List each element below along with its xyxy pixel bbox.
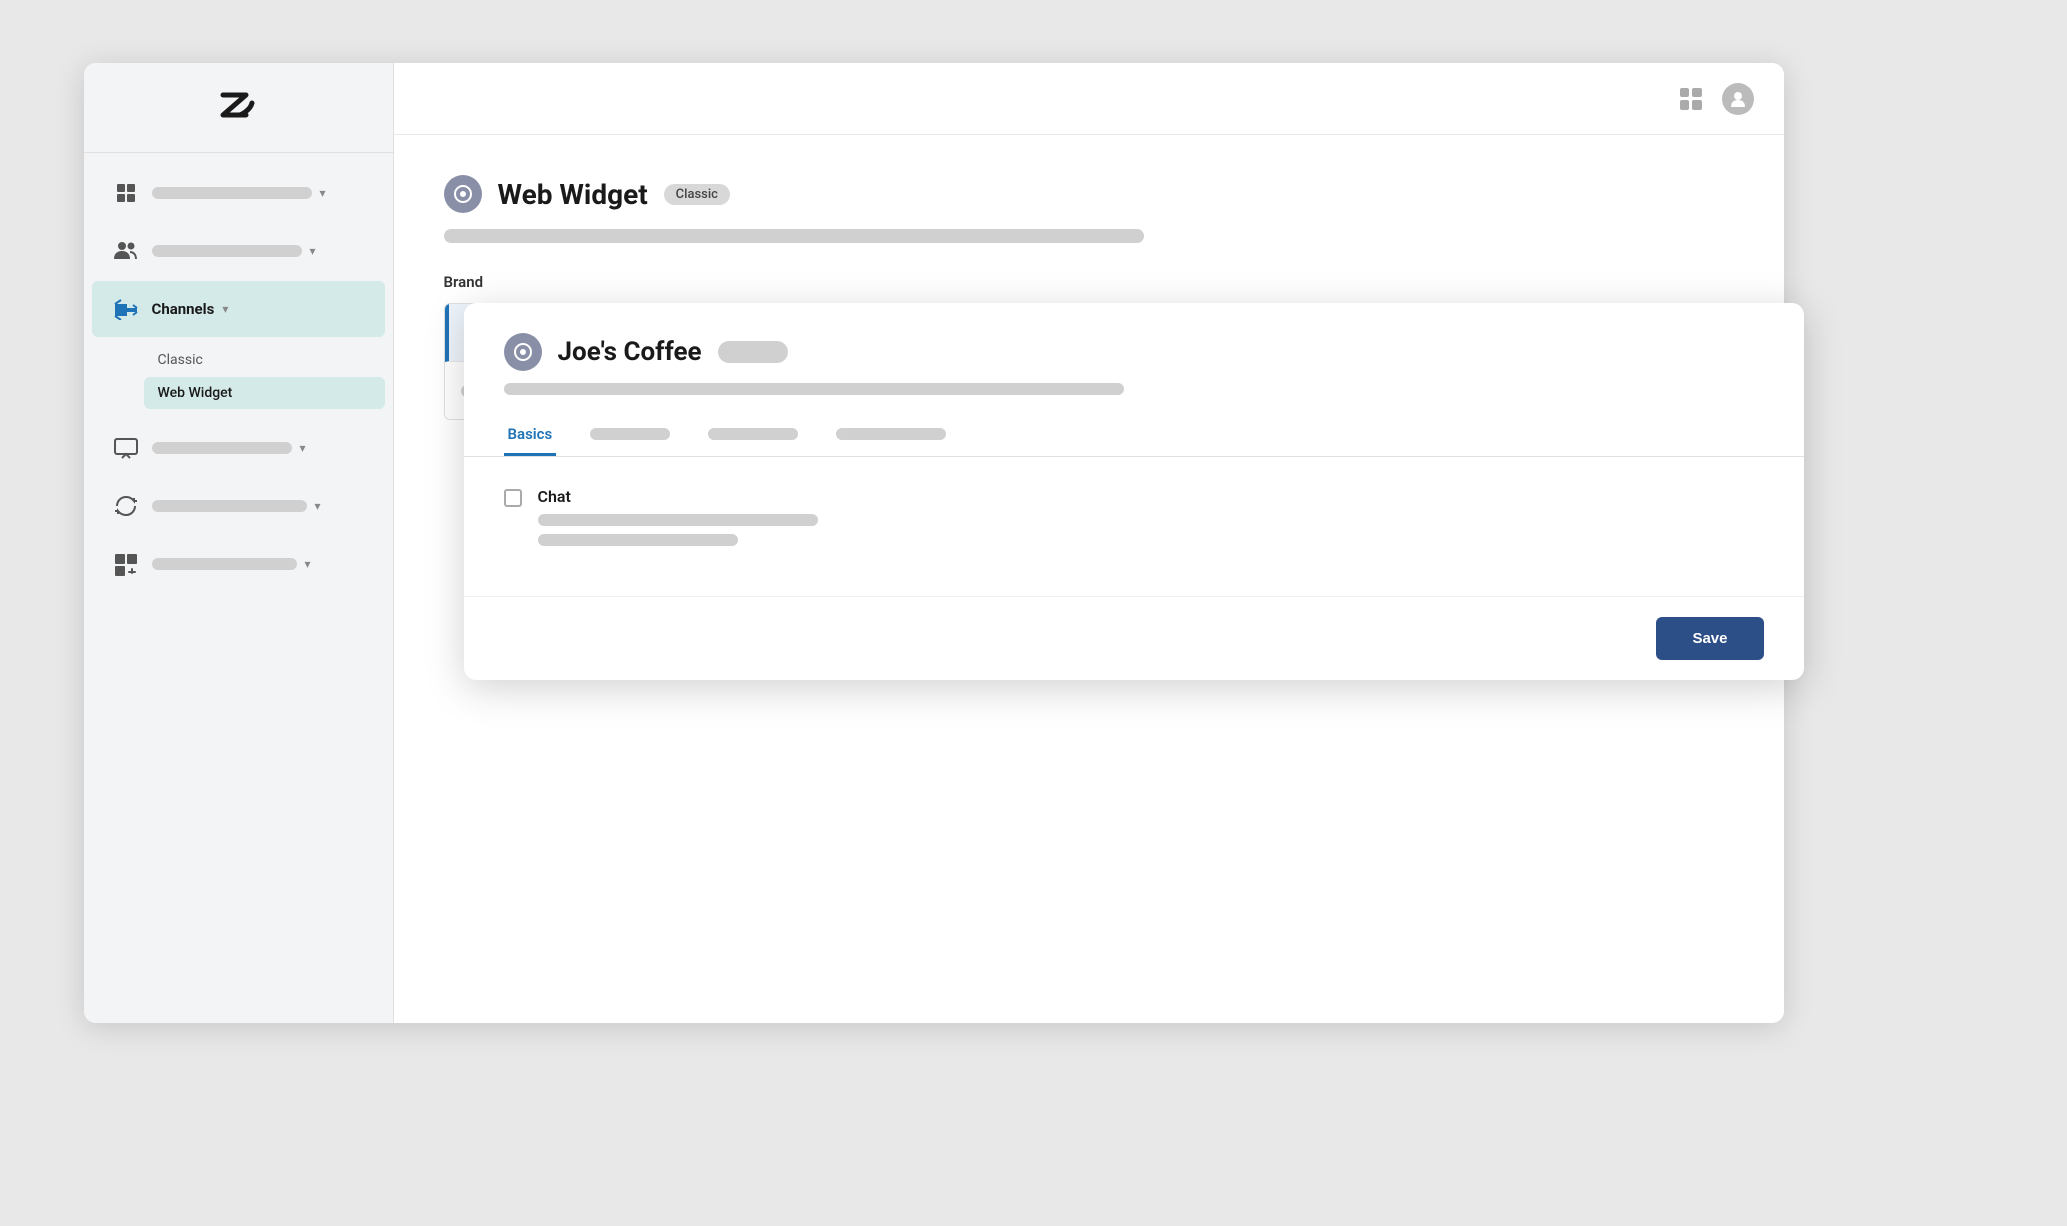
tab-2[interactable] (586, 415, 674, 456)
brand-section-label: Brand (444, 273, 1734, 291)
chevron-down-icon: ▾ (315, 499, 321, 513)
tab-3[interactable] (704, 415, 802, 456)
sidebar-item-channels-label: Channels ▾ (152, 300, 365, 318)
chat-label: Chat (538, 487, 818, 506)
sidebar-item-apps[interactable]: ▾ (92, 536, 385, 592)
detail-card-footer: Save (464, 596, 1804, 680)
tab-basics[interactable]: Basics (504, 415, 557, 456)
chat-section: Chat (504, 487, 1764, 546)
chevron-down-icon: ▾ (300, 441, 306, 455)
sub-nav-classic[interactable]: Classic (144, 344, 385, 376)
detail-card-tabs: Basics (504, 415, 1764, 456)
detail-card-title: Joe's Coffee (558, 337, 702, 367)
sidebar-item-refresh[interactable]: ▾ (92, 478, 385, 534)
chevron-down-icon: ▾ (310, 244, 316, 258)
sidebar: ▾ ▾ (84, 63, 394, 1023)
apps-icon (112, 550, 140, 578)
chevron-down-icon: ▾ (305, 557, 311, 571)
user-avatar-icon[interactable] (1722, 83, 1754, 115)
chat-content: Chat (538, 487, 818, 546)
sidebar-item-apps-label: ▾ (152, 557, 365, 571)
sidebar-item-refresh-label: ▾ (152, 499, 365, 513)
chevron-down-icon: ▾ (222, 302, 228, 316)
sidebar-channels-text: Channels (152, 300, 215, 318)
building-icon (112, 179, 140, 207)
sidebar-item-channels[interactable]: Channels ▾ (92, 281, 385, 337)
sidebar-logo (84, 63, 393, 153)
detail-card-body: Chat (464, 457, 1804, 596)
grid-view-icon[interactable] (1680, 88, 1702, 110)
channels-icon (112, 295, 140, 323)
topbar (394, 63, 1784, 135)
sidebar-item-monitor[interactable]: ▾ (92, 420, 385, 476)
sub-nav-web-widget[interactable]: Web Widget (144, 377, 385, 409)
monitor-icon (112, 434, 140, 462)
save-button[interactable]: Save (1656, 617, 1763, 660)
chat-desc-2-placeholder (538, 534, 738, 546)
chat-desc-1-placeholder (538, 514, 818, 526)
zendesk-logo-icon (208, 83, 268, 133)
sidebar-navigation: ▾ ▾ (84, 153, 393, 1023)
refresh-icon (112, 492, 140, 520)
people-icon (112, 237, 140, 265)
sidebar-item-monitor-label: ▾ (152, 441, 365, 455)
tab-4-placeholder (836, 428, 946, 440)
detail-card-subtitle-placeholder (504, 383, 1124, 395)
detail-card-header: Joe's Coffee Basics (464, 303, 1804, 457)
classic-badge: Classic (664, 184, 730, 205)
tab-4[interactable] (832, 415, 950, 456)
detail-widget-icon (504, 333, 542, 371)
chevron-down-icon: ▾ (320, 186, 326, 200)
breadcrumb-bar (444, 229, 1144, 243)
sidebar-item-people-label: ▾ (152, 244, 365, 258)
channels-sub-nav: Classic Web Widget (84, 339, 393, 418)
sidebar-item-buildings-label: ▾ (152, 186, 365, 200)
sidebar-item-buildings[interactable]: ▾ (92, 165, 385, 221)
detail-card-title-row: Joe's Coffee (504, 333, 1764, 371)
page-header: Web Widget Classic (444, 175, 1734, 213)
chat-checkbox[interactable] (504, 489, 522, 507)
tab-3-placeholder (708, 428, 798, 440)
detail-card: Joe's Coffee Basics (464, 303, 1804, 680)
web-widget-icon (444, 175, 482, 213)
detail-card-badge-placeholder (718, 341, 788, 363)
tab-2-placeholder (590, 428, 670, 440)
page-title: Web Widget (498, 178, 648, 211)
sidebar-item-people[interactable]: ▾ (92, 223, 385, 279)
